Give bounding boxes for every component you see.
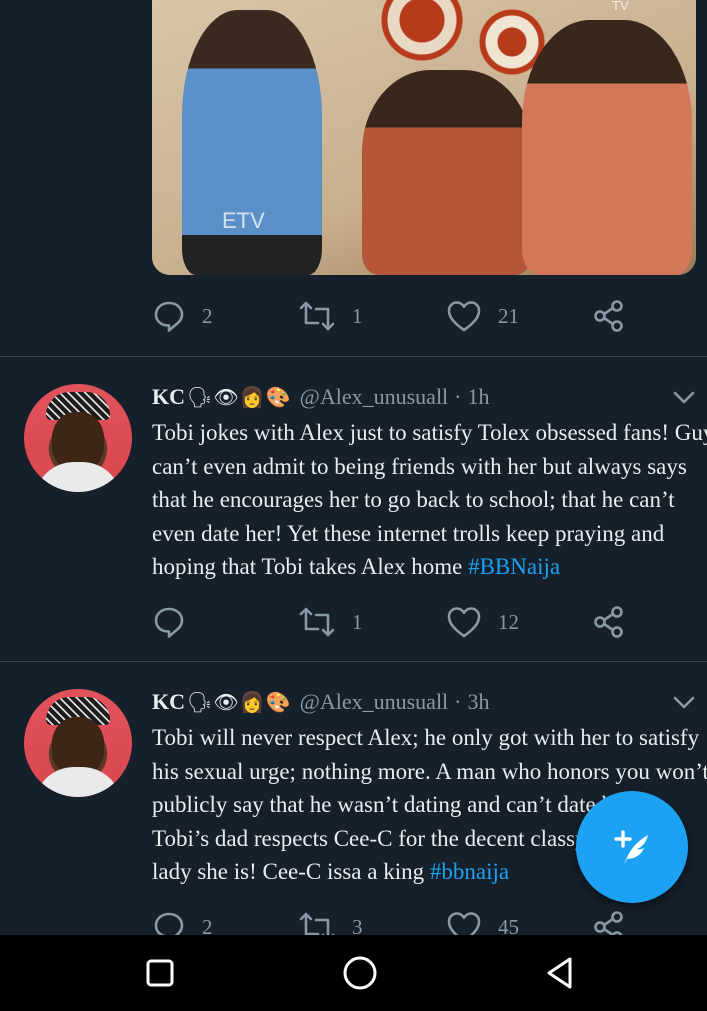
tweet-header: KC 🗣👁👩🎨 @Alex_unusuall · 1h bbox=[152, 382, 490, 412]
divider bbox=[0, 356, 707, 357]
tweet-text: Tobi jokes with Alex just to satisfy Tol… bbox=[152, 420, 707, 579]
tweet-actions: 1 12 bbox=[152, 604, 642, 640]
like-button[interactable]: 21 bbox=[446, 298, 519, 334]
share-icon bbox=[594, 606, 623, 638]
system-navigation-bar bbox=[0, 935, 707, 1011]
name-emojis: 🗣👁👩🎨 bbox=[187, 385, 292, 409]
hashtag-link[interactable]: #bbnaija bbox=[430, 859, 509, 884]
reply-button[interactable] bbox=[152, 604, 202, 640]
reply-button[interactable]: 2 bbox=[152, 298, 213, 334]
chevron-down-icon[interactable] bbox=[671, 689, 697, 715]
chevron-down-icon[interactable] bbox=[671, 384, 697, 410]
tweet-header: KC 🗣👁👩🎨 @Alex_unusuall · 3h bbox=[152, 687, 490, 717]
retweet-icon bbox=[299, 301, 335, 331]
media-watermark: TV bbox=[612, 0, 629, 13]
media-watermark: ETV bbox=[222, 208, 265, 233]
retweet-icon bbox=[299, 607, 335, 637]
reply-icon bbox=[154, 607, 184, 638]
avatar[interactable] bbox=[24, 384, 132, 492]
compose-tweet-icon bbox=[614, 830, 648, 865]
retweet-count: 1 bbox=[352, 303, 363, 328]
recent-apps-icon bbox=[146, 959, 174, 987]
recent-apps-button[interactable] bbox=[115, 935, 205, 1011]
tweet-media-image[interactable]: ETV TV bbox=[152, 0, 696, 275]
heart-icon bbox=[447, 607, 481, 638]
compose-tweet-button[interactable] bbox=[576, 791, 688, 903]
separator: · bbox=[454, 689, 462, 714]
reply-count: 2 bbox=[202, 303, 213, 328]
retweet-button[interactable]: 1 bbox=[298, 604, 363, 640]
share-button[interactable] bbox=[592, 298, 626, 334]
retweet-button[interactable]: 1 bbox=[298, 298, 363, 334]
username[interactable]: @Alex_unusuall bbox=[300, 689, 449, 715]
timestamp: 3h bbox=[467, 689, 490, 714]
name-emojis: 🗣👁👩🎨 bbox=[187, 690, 292, 714]
tweet[interactable]: KC 🗣👁👩🎨 @Alex_unusuall · 1h Tobi jokes w… bbox=[0, 382, 707, 652]
home-button[interactable] bbox=[315, 935, 405, 1011]
back-icon bbox=[547, 957, 572, 989]
back-button[interactable] bbox=[515, 935, 605, 1011]
hashtag-link[interactable]: #BBNaija bbox=[468, 554, 560, 579]
avatar[interactable] bbox=[24, 689, 132, 797]
retweet-count: 1 bbox=[352, 609, 363, 634]
display-name[interactable]: KC bbox=[152, 384, 185, 410]
divider bbox=[0, 661, 707, 662]
tweet-actions: 2 1 21 bbox=[152, 298, 642, 334]
username[interactable]: @Alex_unusuall bbox=[300, 384, 449, 410]
display-name[interactable]: KC bbox=[152, 689, 185, 715]
like-count: 12 bbox=[498, 609, 519, 634]
like-count: 21 bbox=[498, 303, 519, 328]
share-icon bbox=[594, 300, 623, 332]
home-icon bbox=[343, 956, 377, 990]
heart-icon bbox=[447, 301, 481, 332]
timestamp: 1h bbox=[467, 384, 490, 409]
like-button[interactable]: 12 bbox=[446, 604, 519, 640]
separator: · bbox=[454, 384, 462, 409]
share-button[interactable] bbox=[592, 604, 626, 640]
reply-icon bbox=[154, 301, 184, 332]
